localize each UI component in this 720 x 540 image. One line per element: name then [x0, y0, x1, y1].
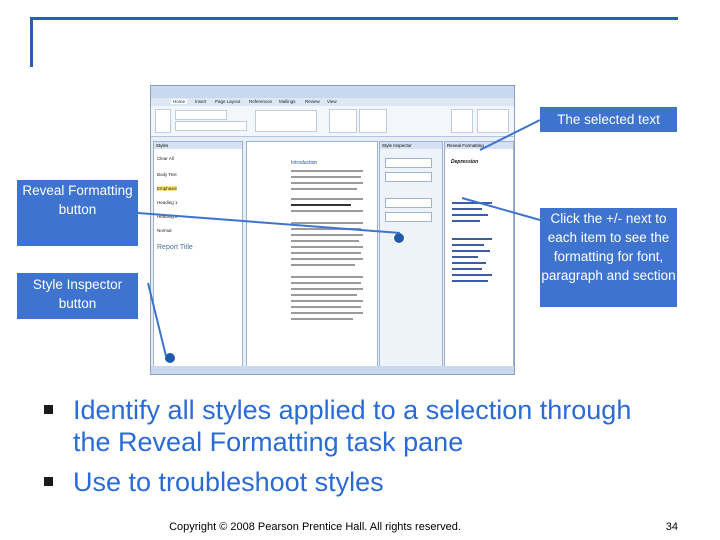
bullet-square-icon — [44, 405, 53, 414]
callout-reveal-formatting: Reveal Formatting button — [17, 180, 138, 246]
bullet-text: Use to troubleshoot styles — [73, 467, 384, 497]
bullet-square-icon — [44, 477, 53, 486]
bullet-item: Identify all styles applied to a selecti… — [36, 395, 676, 458]
bullet-list: Identify all styles applied to a selecti… — [36, 395, 676, 508]
bullet-text: Identify all styles applied to a selecti… — [73, 395, 632, 457]
connector-plus-minus — [461, 197, 541, 221]
copyright-footer: Copyright © 2008 Pearson Prentice Hall. … — [169, 521, 461, 533]
callout-style-inspector: Style Inspector button — [17, 273, 138, 319]
page-number: 34 — [665, 521, 678, 533]
connector-inspector-button — [147, 282, 167, 357]
bullet-item: Use to troubleshoot styles — [36, 467, 676, 499]
connector-selected-text — [479, 119, 541, 151]
connector-reveal-button — [137, 212, 401, 234]
callout-plus-minus: Click the +/- next to each item to see t… — [540, 208, 677, 307]
callout-selected-text: The selected text — [540, 107, 677, 132]
